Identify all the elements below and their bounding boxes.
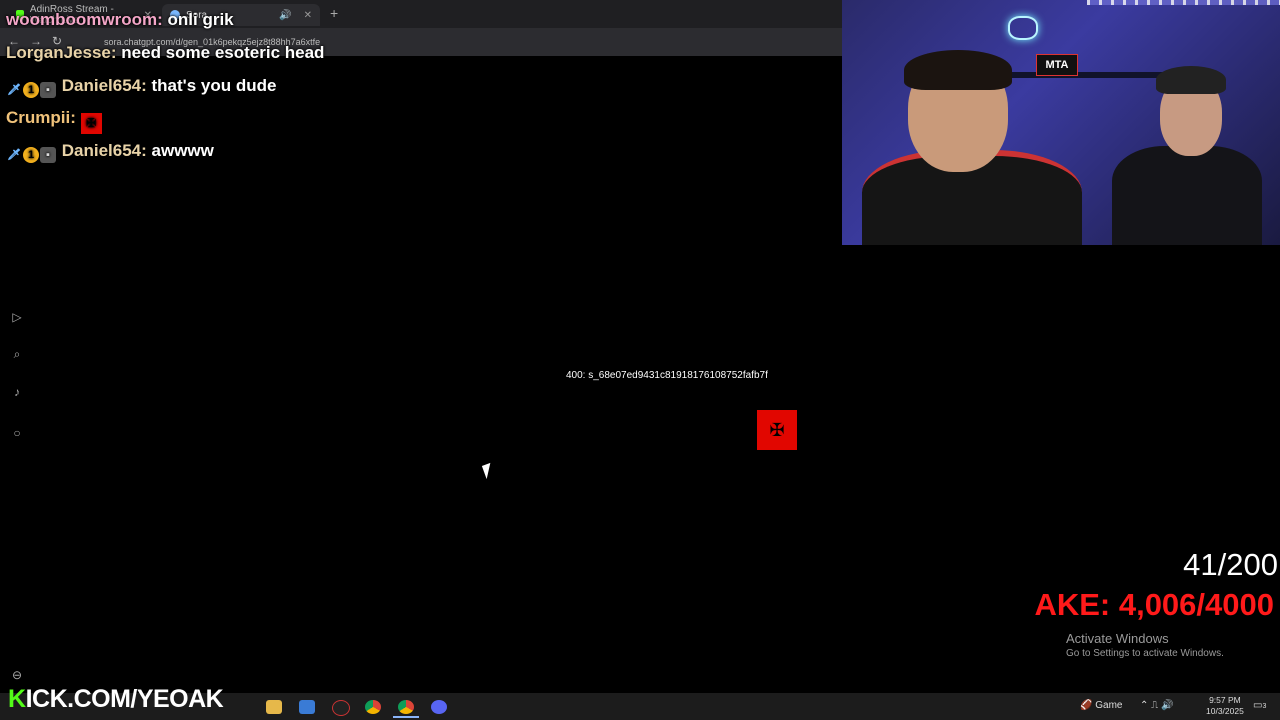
speaker-icon[interactable]: 🔊 (279, 10, 291, 21)
chevron-up-icon[interactable]: ⌃ (1140, 700, 1148, 711)
sword-badge-icon: 🗡 (7, 84, 21, 96)
chat-username: Crumpii: (6, 108, 76, 127)
rank-badge-icon: 1 (23, 82, 39, 98)
goal-progress-text: AKE: 4,006/4000 (1034, 587, 1274, 622)
chrome-active-icon[interactable] (398, 700, 414, 714)
football-icon: 🏈 (1080, 700, 1093, 711)
game-widget-label: Game (1095, 700, 1123, 711)
close-tab-icon[interactable]: ✕ (304, 10, 312, 21)
game-widget[interactable]: 🏈 Game (1080, 700, 1122, 711)
chat-text: need some esoteric head (121, 43, 325, 62)
camera-badge-icon: ▪ (40, 147, 56, 163)
mouse-cursor-icon (481, 462, 496, 480)
chat-text: that's you dude (151, 76, 277, 95)
volume-icon[interactable]: 🔊 (1161, 700, 1173, 711)
system-tray-icons[interactable]: ⌃ ⎍ 🔊 (1140, 700, 1173, 711)
clock[interactable]: 9:57 PM 10/3/2025 (1206, 695, 1244, 717)
profile-icon[interactable]: ○ (10, 426, 24, 440)
person-hair (904, 50, 1012, 90)
activate-windows-title: Activate Windows (1066, 631, 1169, 646)
camera-badge-icon: ▪ (40, 82, 56, 98)
clock-date: 10/3/2025 (1206, 706, 1244, 716)
bell-icon[interactable]: ♪ (10, 385, 24, 399)
kick-brand-overlay: KICK.COM/YEOAK (8, 685, 224, 713)
search-icon[interactable]: ⌕ (10, 347, 24, 361)
mta-sign: MTA (1036, 54, 1078, 76)
chat-username: Daniel654: (61, 76, 147, 95)
file-explorer-icon[interactable] (266, 700, 282, 714)
error-message: 400: s_68e07ed9431c81918176108752fafb7f (566, 370, 768, 381)
chat-username: LorganJesse: (6, 43, 117, 62)
webcam-feed: MTA (842, 0, 1280, 245)
goal-counter: 41/200 (1183, 547, 1278, 582)
sword-badge-icon: 🗡 (7, 149, 21, 161)
notification-count: 3 (1262, 703, 1267, 710)
play-icon[interactable]: ▷ (10, 310, 24, 324)
chat-message: woomboomwroom: onli grik (6, 10, 234, 30)
chat-username: Daniel654: (61, 141, 147, 160)
chat-message: 🗡 1 ▪ Daniel654: that's you dude (6, 76, 276, 98)
store-icon[interactable] (299, 700, 315, 714)
chat-text: awwww (151, 141, 214, 160)
person-hair (1156, 66, 1226, 94)
brand-text: ICK.COM/YEOAK (25, 685, 224, 713)
chat-username: woomboomwroom: (6, 10, 163, 29)
chat-message: LorganJesse: need some esoteric head (6, 43, 324, 63)
chat-message: 🗡 1 ▪ Daniel654: awwww (6, 141, 214, 163)
notification-center-icon[interactable]: ▭3 (1253, 700, 1266, 711)
chrome-icon[interactable] (365, 700, 381, 714)
new-tab-button[interactable]: + (330, 5, 338, 21)
clock-time: 9:57 PM (1209, 695, 1241, 705)
chat-text: onli grik (167, 10, 234, 29)
led-lights (1087, 0, 1280, 5)
active-app-indicator (393, 716, 419, 718)
albania-flag-icon: ✠ (757, 410, 797, 450)
albania-flag-emote-icon: ✠ (80, 113, 102, 134)
network-icon[interactable]: ⎍ (1151, 700, 1158, 711)
neon-sign-icon (1008, 16, 1038, 40)
activate-windows-subtitle: Go to Settings to activate Windows. (1066, 648, 1224, 659)
obs-icon[interactable] (332, 700, 350, 716)
rank-badge-icon: 1 (23, 147, 39, 163)
more-icon[interactable]: ⊖ (10, 668, 24, 682)
discord-icon[interactable] (431, 700, 447, 714)
chat-message: Crumpii: ✠ (6, 108, 102, 134)
person-body (1112, 146, 1262, 245)
